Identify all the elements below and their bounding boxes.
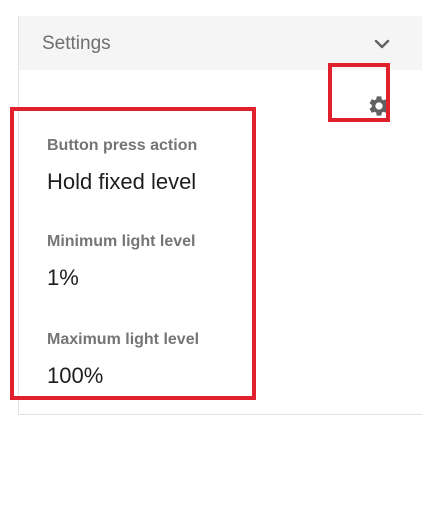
chevron-down-icon[interactable]	[372, 34, 392, 54]
field-value: 100%	[47, 363, 104, 388]
field-value: Hold fixed level	[47, 169, 197, 194]
card-title: Settings	[42, 33, 111, 54]
field-label: Button press action	[47, 137, 198, 154]
minimum-light-level-field: Minimum light level 1%	[47, 232, 195, 292]
settings-gear-button[interactable]	[367, 94, 391, 118]
field-label: Minimum light level	[47, 233, 196, 250]
field-value: 1%	[47, 265, 79, 290]
maximum-light-level-field: Maximum light level 100%	[47, 330, 199, 390]
button-press-action-field: Button press action Hold fixed level	[47, 136, 197, 196]
settings-card: Settings Button press action Hold fixed …	[18, 16, 422, 415]
gear-icon[interactable]	[367, 94, 391, 118]
field-label: Maximum light level	[47, 331, 200, 348]
page: Settings Button press action Hold fixed …	[0, 0, 422, 518]
card-header[interactable]: Settings	[19, 16, 422, 70]
